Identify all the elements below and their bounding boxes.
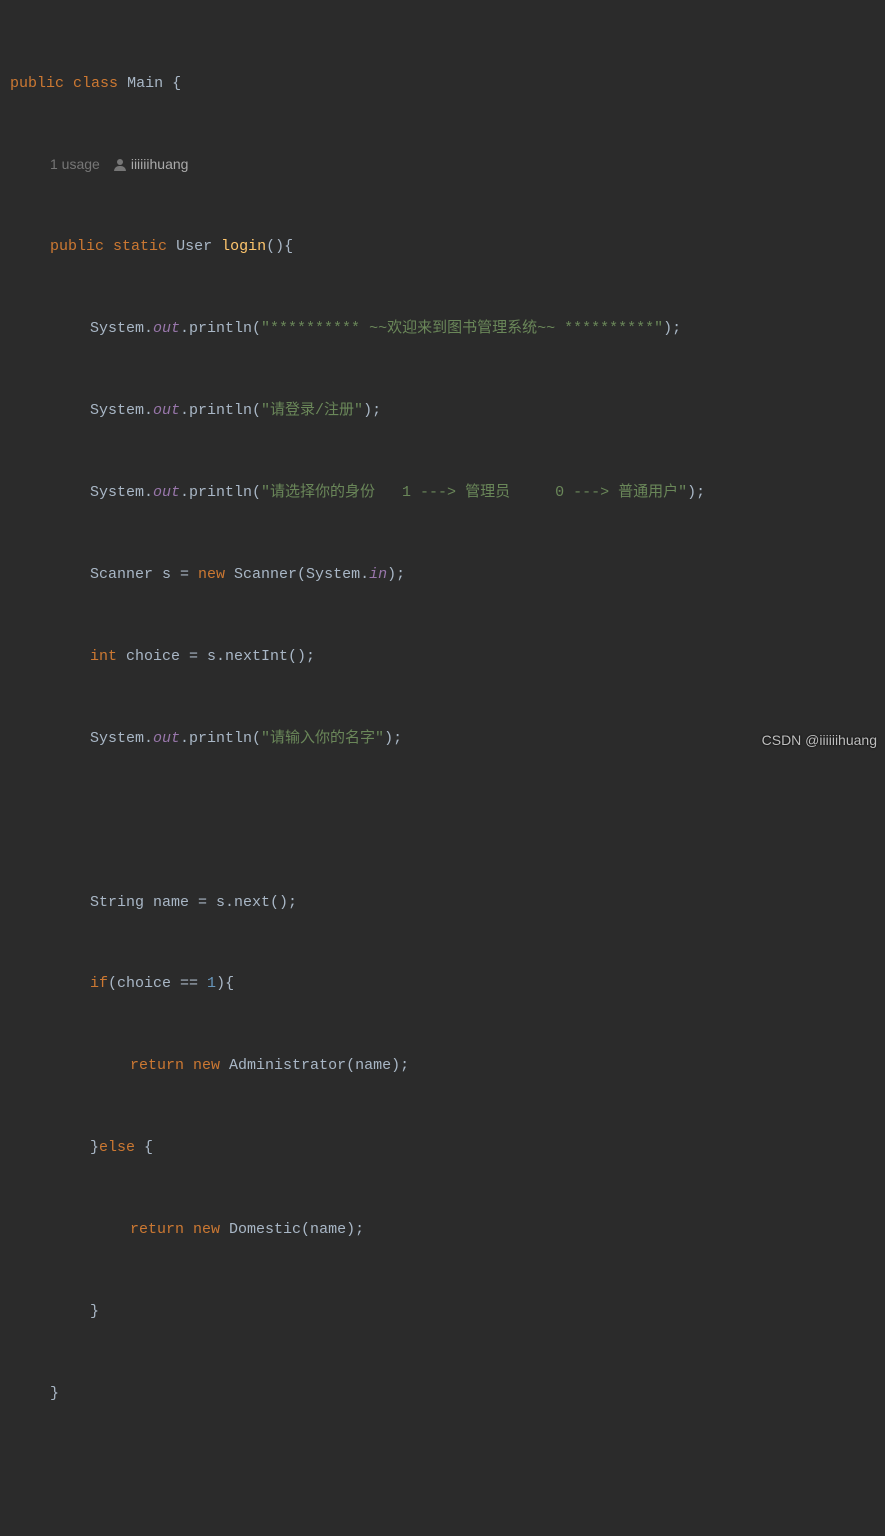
- code-line: }: [10, 1380, 885, 1407]
- usage-count[interactable]: 1 usage: [50, 151, 100, 178]
- code-line: return new Administrator(name);: [10, 1052, 885, 1079]
- code-line: System.out.println("********** ~~欢迎来到图书管…: [10, 315, 885, 342]
- code-line: int choice = s.nextInt();: [10, 643, 885, 670]
- code-line: String name = s.next();: [10, 889, 885, 916]
- code-line: Scanner s = new Scanner(System.in);: [10, 561, 885, 588]
- code-editor[interactable]: public class Main { 1 usage iiiiiihuang p…: [0, 0, 885, 1536]
- watermark: CSDN @iiiiiihuang: [762, 732, 877, 748]
- code-line: if(choice == 1){: [10, 970, 885, 997]
- code-line: public static User login(){: [10, 233, 885, 260]
- code-line: System.out.println("请输入你的名字");: [10, 725, 885, 752]
- code-line: [10, 807, 885, 834]
- code-line: }: [10, 1298, 885, 1325]
- code-line: System.out.println("请登录/注册");: [10, 397, 885, 424]
- code-line: System.out.println("请选择你的身份 1 ---> 管理员 0…: [10, 479, 885, 506]
- author-name[interactable]: iiiiiihuang: [131, 151, 189, 178]
- code-line: }else {: [10, 1134, 885, 1161]
- code-line: [10, 1462, 885, 1489]
- author-icon: [114, 159, 126, 171]
- code-line: public class Main {: [10, 70, 885, 97]
- code-line: return new Domestic(name);: [10, 1216, 885, 1243]
- inlay-hint[interactable]: 1 usage iiiiiihuang: [10, 151, 885, 178]
